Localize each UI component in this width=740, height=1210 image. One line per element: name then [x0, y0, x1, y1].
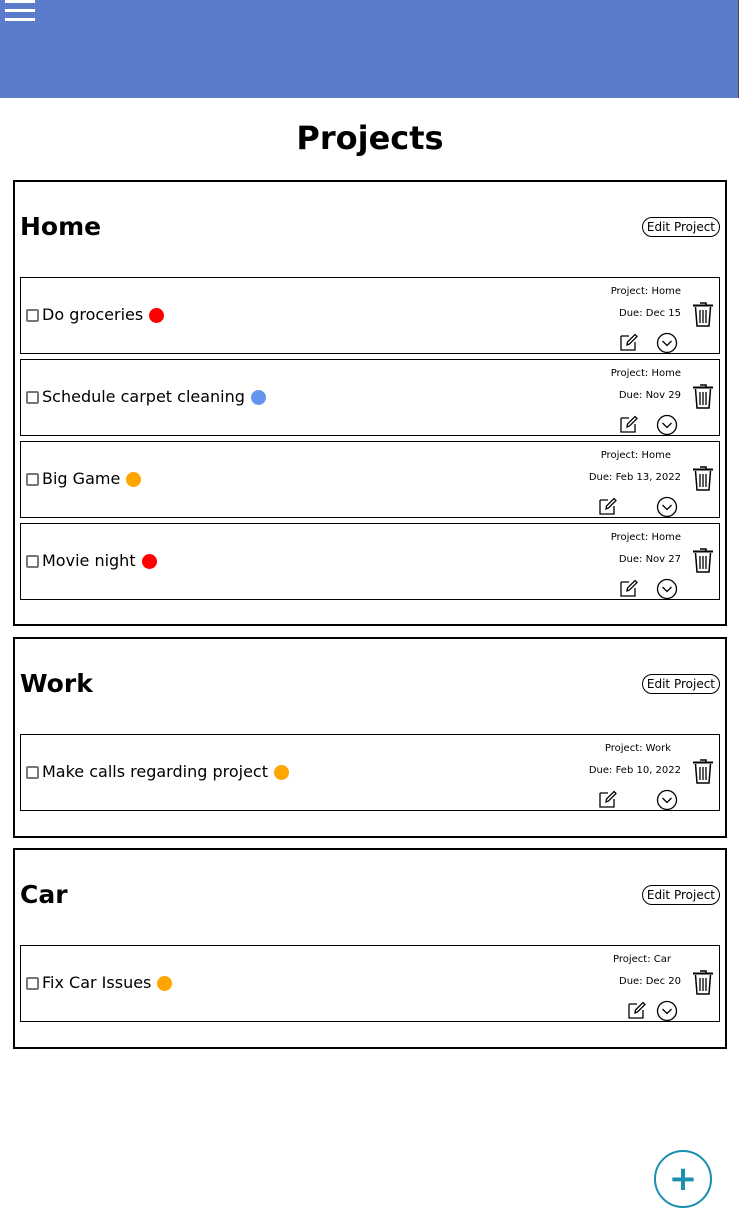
edit-icon[interactable]: [598, 496, 618, 516]
task-project-label: Project: Home: [610, 532, 681, 543]
task-item: Make calls regarding project Project: Wo…: [20, 734, 720, 811]
trash-icon[interactable]: [692, 301, 714, 327]
priority-high-dot: [141, 553, 157, 569]
task-title: Fix Car Issues: [42, 973, 152, 992]
task-title: Make calls regarding project: [42, 762, 268, 781]
chevron-down-circle-icon[interactable]: [656, 1000, 678, 1022]
task-project-label: Project: Work: [604, 743, 671, 754]
task-due-label: Due: Dec 15: [619, 308, 681, 319]
task-checkbox[interactable]: [26, 309, 39, 322]
task-checkbox[interactable]: [26, 766, 39, 779]
task-title: Do groceries: [42, 305, 144, 324]
chevron-down-circle-icon[interactable]: [656, 496, 678, 518]
page-title: Projects: [296, 119, 444, 157]
trash-icon[interactable]: [692, 547, 714, 573]
task-item: Schedule carpet cleaning Project: Home Du…: [20, 359, 720, 436]
task-due-label: Due: Dec 20: [619, 976, 681, 987]
edit-icon[interactable]: [619, 414, 639, 434]
task-item: Big Game Project: Home Due: Feb 13, 2022: [20, 441, 720, 518]
edit-project-button[interactable]: Edit Project: [641, 217, 720, 237]
edit-icon[interactable]: [627, 1000, 647, 1020]
edit-icon[interactable]: [619, 578, 639, 598]
task-title: Movie night: [42, 551, 136, 570]
app-header: [0, 0, 739, 98]
priority-medium-dot: [274, 764, 289, 780]
chevron-down-circle-icon[interactable]: [656, 578, 678, 600]
edit-icon[interactable]: [598, 789, 618, 809]
priority-low-dot: [250, 389, 266, 405]
edit-project-button[interactable]: Edit Project: [641, 674, 720, 694]
project-name: Work: [20, 669, 93, 698]
task-due-label: Due: Nov 27: [618, 554, 681, 565]
task-item: Fix Car Issues Project: Car Due: Dec 20: [20, 945, 720, 1022]
task-due-label: Due: Nov 29: [618, 390, 681, 401]
task-project-label: Project: Car: [613, 954, 671, 965]
priority-high-dot: [149, 307, 165, 323]
project-card-work: Work Edit Project Make calls regarding p…: [13, 637, 727, 838]
task-project-label: Project: Home: [610, 368, 681, 379]
edit-project-button[interactable]: Edit Project: [641, 885, 720, 905]
project-name: Home: [20, 212, 102, 241]
add-task-button[interactable]: +: [654, 1150, 712, 1208]
task-due-label: Due: Feb 13, 2022: [588, 472, 681, 483]
project-card-car: Car Edit Project Fix Car Issues Project:…: [13, 848, 727, 1049]
chevron-down-circle-icon[interactable]: [656, 332, 678, 354]
task-item: Movie night Project: Home Due: Nov 27: [20, 523, 720, 600]
chevron-down-circle-icon[interactable]: [656, 789, 678, 811]
trash-icon[interactable]: [692, 758, 714, 784]
task-title: Big Game: [42, 469, 121, 488]
task-project-label: Project: Home: [600, 450, 671, 461]
task-project-label: Project: Home: [610, 286, 681, 297]
hamburger-menu-icon[interactable]: [5, 0, 35, 24]
task-checkbox[interactable]: [26, 391, 39, 404]
edit-icon[interactable]: [619, 332, 639, 352]
project-card-home: Home Edit Project Do groceries Project: …: [13, 180, 727, 626]
task-title: Schedule carpet cleaning: [42, 387, 245, 406]
task-checkbox[interactable]: [26, 555, 39, 568]
trash-icon[interactable]: [692, 383, 714, 409]
trash-icon[interactable]: [692, 465, 714, 491]
priority-medium-dot: [157, 975, 173, 991]
chevron-down-circle-icon[interactable]: [656, 414, 678, 436]
task-due-label: Due: Feb 10, 2022: [588, 765, 681, 776]
task-checkbox[interactable]: [26, 473, 39, 486]
task-item: Do groceries Project: Home Due: Dec 15: [20, 277, 720, 354]
task-checkbox[interactable]: [26, 977, 39, 990]
trash-icon[interactable]: [692, 969, 714, 995]
project-name: Car: [20, 880, 68, 909]
priority-medium-dot: [126, 471, 142, 487]
